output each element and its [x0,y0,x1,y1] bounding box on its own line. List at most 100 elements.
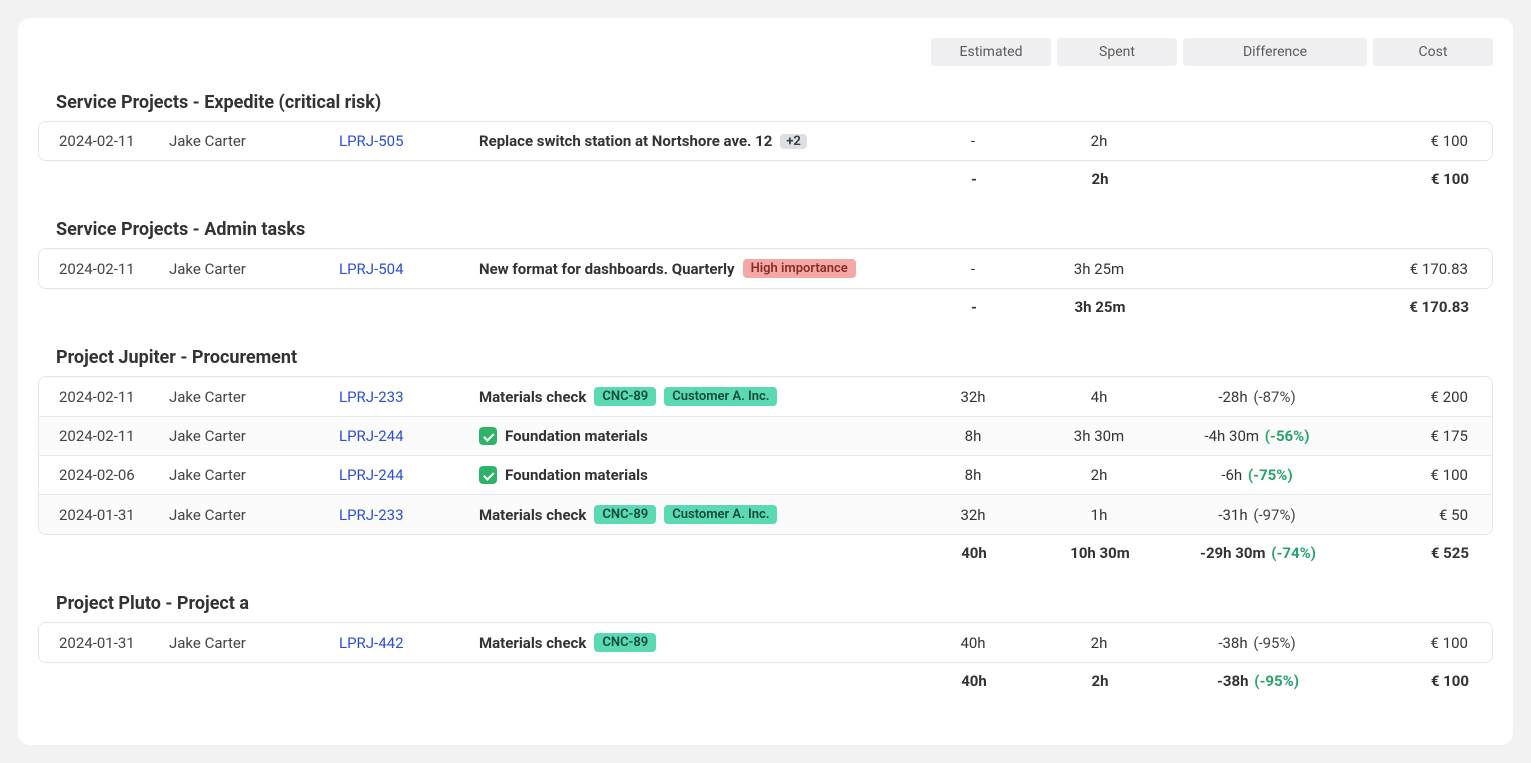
header-cost: Cost [1373,38,1493,66]
diff-pct: (-56%) [1261,427,1309,445]
cell-user: Jake Carter [169,506,339,524]
group-subtotal: -3h 25m € 170.83 [38,289,1493,325]
cell-cost: € 50 [1352,506,1472,524]
cell-spent: 2h [1036,634,1162,652]
subtotal-estimated: - [911,170,1037,188]
badge: CNC-89 [594,387,656,406]
group-rows: 2024-02-11Jake CarterLPRJ-233Materials c… [38,376,1493,535]
subtotal-spent: 3h 25m [1037,298,1163,316]
cell-estimated: 8h [910,466,1036,484]
cell-task: Materials check CNC-89 Customer A. Inc. [479,387,910,406]
group-subtotal: 40h10h 30m-29h 30m (-74%)€ 525 [38,535,1493,571]
cell-task: Materials check CNC-89 [479,633,910,652]
cell-spent: 3h 25m [1036,260,1162,278]
header-spent: Spent [1057,38,1177,66]
subtotal-difference: -29h 30m (-74%) [1163,544,1353,562]
cell-date: 2024-02-11 [59,132,169,150]
subtotal-cost: € 100 [1353,170,1473,188]
subtotal-difference: -38h (-95%) [1163,672,1353,690]
cell-cost: € 200 [1352,388,1472,406]
task-label: New format for dashboards. Quarterly [479,260,735,278]
cell-difference: -4h 30m (-56%) [1162,427,1352,445]
cell-estimated: - [910,132,1036,150]
cell-cost: € 100 [1352,634,1472,652]
diff-pct: (-87%) [1250,388,1296,406]
task-label: Materials check [479,506,586,524]
issue-link[interactable]: LPRJ-505 [339,132,404,150]
cell-difference: -38h (-95%) [1162,634,1352,652]
cell-difference: -28h (-87%) [1162,388,1352,406]
cell-task: Foundation materials [479,427,910,445]
table-row[interactable]: 2024-02-11Jake CarterLPRJ-504New format … [39,249,1492,288]
cell-key: LPRJ-505 [339,132,479,150]
diff-value: -38h [1218,634,1247,652]
subtotal-spent: 2h [1037,672,1163,690]
cell-spent: 2h [1036,132,1162,150]
subtotal-cost: € 170.83 [1353,298,1473,316]
table-row[interactable]: 2024-01-31Jake CarterLPRJ-233 Materials c… [39,494,1492,534]
cell-cost: € 175 [1352,427,1472,445]
issue-link[interactable]: LPRJ-244 [339,466,404,484]
cell-date: 2024-02-11 [59,427,169,445]
diff-value: -4h 30m [1204,427,1259,445]
subtotal-spent: 2h [1037,170,1163,188]
table-row[interactable]: 2024-02-11Jake CarterLPRJ-233 Materials c… [39,377,1492,416]
issue-link[interactable]: LPRJ-442 [339,634,404,652]
group-rows: 2024-01-31Jake CarterLPRJ-442Materials c… [38,622,1493,663]
table-row[interactable]: 2024-01-31Jake CarterLPRJ-442Materials c… [39,623,1492,662]
cell-date: 2024-01-31 [59,506,169,524]
cell-date: 2024-02-11 [59,388,169,406]
cell-estimated: - [910,260,1036,278]
table-row[interactable]: 2024-02-06Jake CarterLPRJ-244Foundation … [39,455,1492,494]
cell-spent: 1h [1036,506,1162,524]
subtotal-estimated: - [911,298,1037,316]
issue-link[interactable]: LPRJ-244 [339,427,404,445]
cell-user: Jake Carter [169,427,339,445]
badge: CNC-89 [594,505,656,524]
subtotal-cost: € 100 [1353,672,1473,690]
task-label: Foundation materials [505,466,648,484]
diff-value: -28h [1218,388,1247,406]
check-icon [479,427,497,445]
cell-user: Jake Carter [169,260,339,278]
badge: Customer A. Inc. [664,387,777,406]
cell-estimated: 40h [910,634,1036,652]
cell-cost: € 100 [1352,466,1472,484]
diff-pct: (-97%) [1250,506,1296,524]
cell-spent: 2h [1036,466,1162,484]
check-icon [479,466,497,484]
cell-estimated: 32h [910,388,1036,406]
cell-key: LPRJ-244 [339,466,479,484]
task-label: Materials check [479,634,586,652]
cell-key: LPRJ-233 [339,506,479,524]
issue-link[interactable]: LPRJ-233 [339,506,404,524]
cell-task: Foundation materials [479,466,910,484]
badge: High importance [743,259,856,278]
subtotal-difference [1163,298,1353,316]
group-title: Service Projects - Admin tasks [56,219,1493,240]
task-label: Materials check [479,388,586,406]
cell-task: New format for dashboards. Quarterly High… [479,259,910,278]
cell-spent: 3h 30m [1036,427,1162,445]
badge: +2 [780,134,807,149]
column-headers: Estimated Spent Difference Cost [38,38,1493,66]
badge: CNC-89 [594,633,656,652]
cell-date: 2024-02-06 [59,466,169,484]
table-row[interactable]: 2024-02-11Jake CarterLPRJ-505Replace swi… [39,122,1492,160]
diff-value: -6h [1221,466,1242,484]
issue-link[interactable]: LPRJ-504 [339,260,404,278]
groups-container: Service Projects - Expedite (critical ri… [38,92,1493,699]
cell-difference: -6h (-75%) [1162,466,1352,484]
group-rows: 2024-02-11Jake CarterLPRJ-505Replace swi… [38,121,1493,161]
group-title: Service Projects - Expedite (critical ri… [56,92,1493,113]
issue-link[interactable]: LPRJ-233 [339,388,404,406]
group-rows: 2024-02-11Jake CarterLPRJ-504New format … [38,248,1493,289]
cell-estimated: 32h [910,506,1036,524]
cell-date: 2024-01-31 [59,634,169,652]
cell-user: Jake Carter [169,388,339,406]
table-row[interactable]: 2024-02-11Jake CarterLPRJ-244 Foundation … [39,416,1492,455]
diff-value: -31h [1218,506,1247,524]
diff-pct: (-95%) [1250,634,1296,652]
subtotal-cost: € 525 [1353,544,1473,562]
subtotal-spent: 10h 30m [1037,544,1163,562]
